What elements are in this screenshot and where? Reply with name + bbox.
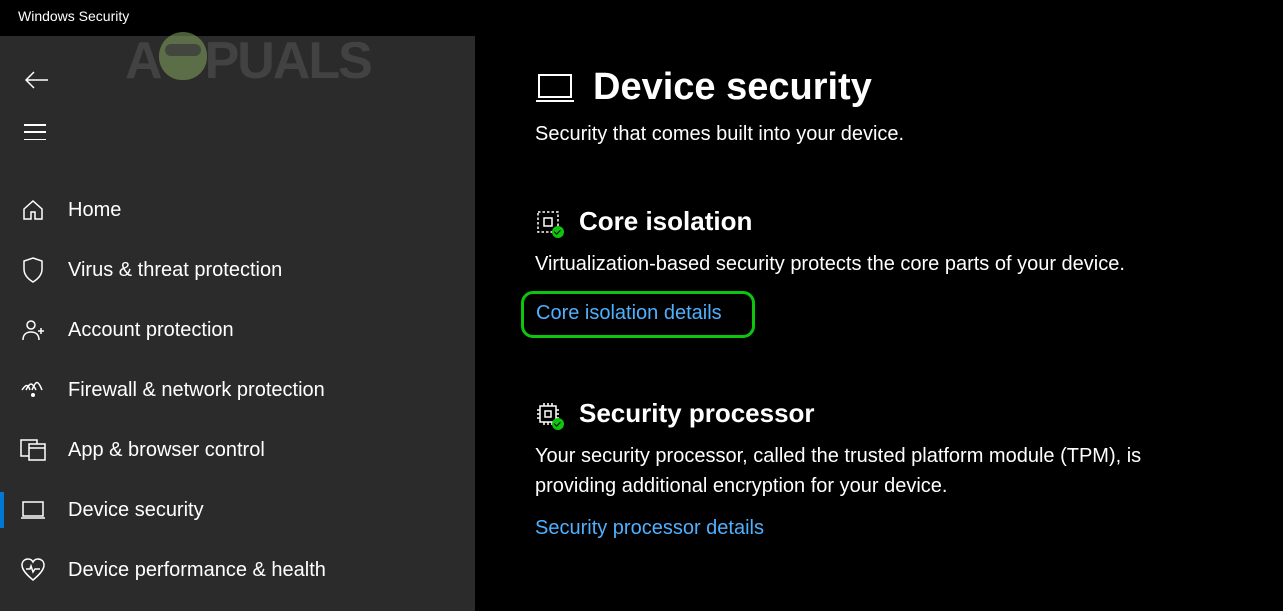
back-arrow-icon [24,70,50,90]
sidebar-item-label: Device performance & health [68,559,326,582]
chip-dashed-icon [535,209,561,235]
device-icon [20,497,46,523]
home-icon [20,197,46,223]
back-button[interactable] [24,66,52,94]
section-description: Your security processor, called the trus… [535,441,1223,501]
shield-icon [20,257,46,283]
chip-icon [535,401,561,427]
section-core-isolation: Core isolation Virtualization-based secu… [535,206,1223,338]
sidebar-item-label: App & browser control [68,439,265,462]
account-icon [20,317,46,343]
page-subtitle: Security that comes built into your devi… [535,123,1223,146]
sidebar-item-account[interactable]: Account protection [0,300,475,360]
device-security-page-icon [535,68,575,108]
sidebar-item-firewall[interactable]: Firewall & network protection [0,360,475,420]
hamburger-menu-button[interactable] [24,124,46,140]
sidebar: A PUALS Home [0,36,475,611]
page-title: Device security [593,66,872,109]
content-area: Device security Security that comes buil… [475,36,1283,611]
core-isolation-details-link[interactable]: Core isolation details [536,302,722,324]
section-description: Virtualization-based security protects t… [535,249,1223,279]
section-title: Security processor [579,398,815,429]
network-icon [20,377,46,403]
section-security-processor: Security processor Your security process… [535,398,1223,540]
sidebar-item-label: Home [68,199,121,222]
section-title: Core isolation [579,206,752,237]
sidebar-item-devicesecurity[interactable]: Device security [0,480,475,540]
sidebar-item-appbrowser[interactable]: App & browser control [0,420,475,480]
sidebar-item-label: Firewall & network protection [68,379,325,402]
annotation-highlight: Core isolation details [521,291,755,338]
appbrowser-icon [20,437,46,463]
sidebar-item-label: Virus & threat protection [68,259,282,282]
sidebar-item-label: Device security [68,499,204,522]
sidebar-item-virus[interactable]: Virus & threat protection [0,240,475,300]
sidebar-item-performance[interactable]: Device performance & health [0,540,475,600]
check-badge-icon [552,418,564,430]
app-title: Windows Security [18,8,129,24]
security-processor-details-link[interactable]: Security processor details [535,517,764,539]
titlebar: Windows Security [0,0,1283,36]
nav-list: Home Virus & threat protection Account p… [0,180,475,600]
sidebar-item-label: Account protection [68,319,234,342]
heart-icon [20,557,46,583]
sidebar-item-home[interactable]: Home [0,180,475,240]
check-badge-icon [552,226,564,238]
